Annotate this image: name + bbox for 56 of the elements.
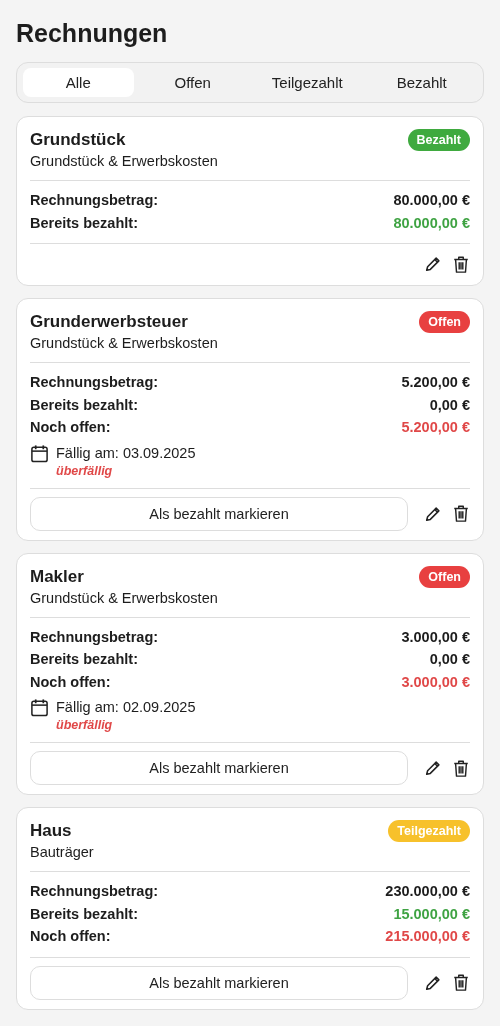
invoice-title: Makler bbox=[30, 565, 85, 588]
invoice-category: Bauträger bbox=[30, 843, 94, 862]
amount-value: 0,00 € bbox=[429, 395, 470, 415]
overdue-label: überfällig bbox=[56, 462, 114, 479]
amount-label: Bereits bezahlt: bbox=[30, 650, 138, 669]
delete-icon[interactable] bbox=[452, 504, 470, 523]
amount-value: 80.000,00 € bbox=[393, 213, 470, 233]
invoice-title: Grundstück bbox=[30, 129, 127, 151]
amount-label: Rechnungsbetrag: bbox=[30, 373, 159, 392]
delete-icon[interactable] bbox=[452, 758, 470, 778]
amount-value: 3.000,00 € bbox=[401, 672, 470, 692]
amount-value: 3.000,00 € bbox=[401, 627, 470, 647]
due-date: Fällig am: 02.09.2025 bbox=[56, 698, 196, 717]
amount-value: 215.000,00 € bbox=[385, 927, 470, 946]
amount-value: 5.200,00 € bbox=[401, 373, 470, 392]
amount-label: Bereits bezahlt: bbox=[30, 904, 138, 924]
amount-label: Rechnungsbetrag: bbox=[30, 882, 159, 901]
amount-value: 5.200,00 € bbox=[401, 418, 470, 437]
amount-label: Rechnungsbetrag: bbox=[30, 627, 159, 647]
filter-tab[interactable]: Teilgezahlt bbox=[252, 68, 363, 97]
status-badge: Teilgezahlt bbox=[388, 820, 470, 842]
amount-label: Bereits bezahlt: bbox=[30, 395, 138, 415]
mark-paid-button[interactable]: Als bezahlt markieren bbox=[30, 965, 408, 1000]
status-badge: Offen bbox=[419, 311, 470, 333]
edit-icon[interactable] bbox=[424, 973, 442, 992]
delete-icon[interactable] bbox=[452, 973, 470, 992]
status-badge: Bezahlt bbox=[407, 129, 470, 151]
filter-tab[interactable]: Offen bbox=[137, 68, 248, 97]
amount-value: 80.000,00 € bbox=[393, 191, 470, 210]
amount-label: Noch offen: bbox=[30, 672, 111, 692]
overdue-label: überfällig bbox=[56, 717, 114, 733]
amount-value: 15.000,00 € bbox=[393, 904, 470, 924]
amount-label: Noch offen: bbox=[30, 418, 111, 437]
filter-tab[interactable]: Bezahlt bbox=[366, 68, 477, 97]
amount-value: 0,00 € bbox=[429, 650, 470, 669]
status-badge: Offen bbox=[419, 565, 470, 588]
amount-label: Rechnungsbetrag: bbox=[30, 191, 159, 210]
mark-paid-button[interactable]: Als bezahlt markieren bbox=[30, 496, 408, 531]
page-title: Rechnungen bbox=[16, 18, 169, 49]
filter-tab[interactable]: Alle bbox=[23, 68, 134, 97]
calendar-icon bbox=[30, 443, 49, 463]
edit-icon[interactable] bbox=[424, 504, 442, 523]
invoice-category: Grundstück & Erwerbskosten bbox=[30, 334, 218, 353]
amount-value: 230.000,00 € bbox=[385, 882, 470, 901]
delete-icon[interactable] bbox=[452, 254, 470, 274]
amount-label: Noch offen: bbox=[30, 927, 111, 946]
invoice-category: Grundstück & Erwerbskosten bbox=[30, 152, 218, 171]
invoice-title: Grunderwerbsteuer bbox=[30, 311, 189, 333]
edit-icon[interactable] bbox=[424, 255, 442, 273]
invoice-category: Grundstück & Erwerbskosten bbox=[30, 588, 218, 608]
edit-icon[interactable] bbox=[424, 759, 442, 777]
calendar-icon bbox=[30, 698, 49, 717]
due-date: Fällig am: 03.09.2025 bbox=[56, 443, 196, 463]
mark-paid-button[interactable]: Als bezahlt markieren bbox=[30, 751, 408, 785]
invoice-title: Haus bbox=[30, 820, 73, 842]
amount-label: Bereits bezahlt: bbox=[30, 213, 138, 233]
